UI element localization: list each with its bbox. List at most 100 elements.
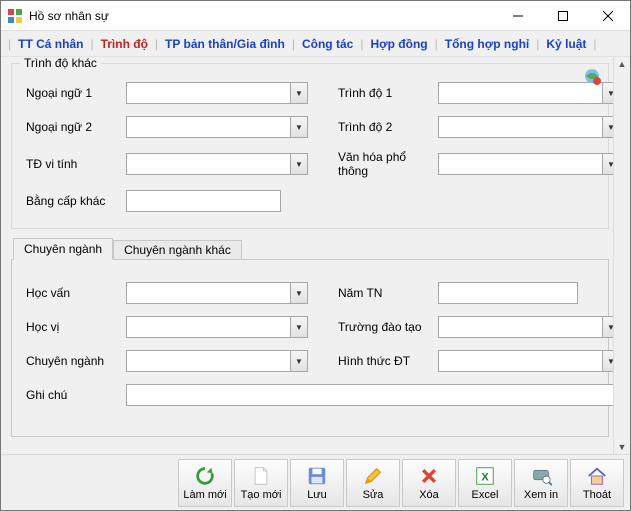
row-general-culture: Văn hóa phổ thông ▼ [338,150,613,178]
tab-leave[interactable]: Tổng hợp nghỉ [439,37,536,51]
chevron-down-icon[interactable]: ▼ [602,350,613,372]
combo-level-2[interactable]: ▼ [438,116,613,138]
preview-icon [530,465,552,487]
input-level-2[interactable] [438,116,602,138]
label-school: Trường đào tạo [338,320,438,334]
refresh-icon [194,465,216,487]
delete-button[interactable]: Xóa [402,459,456,507]
sub-tab-control: Chuyên ngành Chuyên ngành khác Học vấn ▼ [11,237,609,437]
minimize-button[interactable] [495,1,540,30]
label-foreign-lang-2: Ngoại ngữ 2 [26,120,126,134]
row-grad-year: Năm TN [338,282,613,304]
combo-school[interactable]: ▼ [438,316,613,338]
excel-icon: X [474,465,496,487]
chevron-down-icon[interactable]: ▼ [290,350,308,372]
label-grad-year: Năm TN [338,286,438,300]
group-title: Trình độ khác [20,57,101,70]
input-note[interactable] [126,384,613,406]
label-it-level: TĐ vi tính [26,157,126,171]
bottom-toolbar: Làm mới Tạo mới Lưu Sửa Xóa X Excel Xem … [1,454,630,510]
combo-general-culture[interactable]: ▼ [438,153,613,175]
input-foreign-lang-1[interactable] [126,82,290,104]
row-level-2: Trình độ 2 ▼ [338,116,613,138]
input-level-1[interactable] [438,82,602,104]
row-school: Trường đào tạo ▼ [338,316,613,338]
tab-discipline[interactable]: Kỷ luật [540,37,592,51]
sub-tab-panel: Học vấn ▼ Năm TN [11,259,609,437]
vertical-scrollbar[interactable]: ▲ ▼ [613,57,630,454]
chevron-down-icon[interactable]: ▼ [290,116,308,138]
refresh-button[interactable]: Làm mới [178,459,232,507]
combo-foreign-lang-2[interactable]: ▼ [126,116,308,138]
tab-contract[interactable]: Hợp đồng [364,37,433,51]
chevron-down-icon[interactable]: ▼ [602,116,613,138]
label-other-degree: Bằng cấp khác [26,194,126,208]
save-icon [306,465,328,487]
close-button[interactable] [585,1,630,30]
chevron-down-icon[interactable]: ▼ [602,153,613,175]
input-foreign-lang-2[interactable] [126,116,290,138]
combo-training-form[interactable]: ▼ [438,350,613,372]
input-it-level[interactable] [126,153,290,175]
maximize-button[interactable] [540,1,585,30]
scroll-up-icon[interactable]: ▲ [618,57,627,71]
label-education: Học vấn [26,286,126,300]
input-other-degree[interactable] [126,190,281,212]
input-education[interactable] [126,282,290,304]
maximize-icon [558,11,568,21]
save-button[interactable]: Lưu [290,459,344,507]
chevron-down-icon[interactable]: ▼ [290,82,308,104]
delete-icon [418,465,440,487]
row-training-form: Hình thức ĐT ▼ [338,350,613,372]
svg-text:X: X [481,471,489,483]
sub-tab-headers: Chuyên ngành Chuyên ngành khác [11,238,609,260]
titlebar: Hồ sơ nhân sự [1,1,630,31]
combo-major[interactable]: ▼ [126,350,308,372]
tab-work[interactable]: Công tác [296,37,359,51]
sub-tab-major[interactable]: Chuyên ngành [13,238,113,260]
combo-degree[interactable]: ▼ [126,316,308,338]
input-school[interactable] [438,316,602,338]
exit-button[interactable]: Thoát [570,459,624,507]
globe-icon[interactable] [584,68,602,86]
row-foreign-lang-2: Ngoại ngữ 2 ▼ [26,116,308,138]
label-training-form: Hình thức ĐT [338,354,438,368]
input-grad-year[interactable] [438,282,578,304]
close-icon [603,11,613,21]
combo-it-level[interactable]: ▼ [126,153,308,175]
tab-family[interactable]: TP bản thân/Gia đình [159,37,291,51]
group-other-qualification: Trình độ khác Ngoại ngữ 1 ▼ Trình độ 1 [11,63,609,229]
scroll-down-icon[interactable]: ▼ [618,440,627,454]
chevron-down-icon[interactable]: ▼ [602,316,613,338]
edit-icon [362,465,384,487]
edit-button[interactable]: Sửa [346,459,400,507]
window-title: Hồ sơ nhân sự [29,9,495,23]
chevron-down-icon[interactable]: ▼ [290,153,308,175]
input-major[interactable] [126,350,290,372]
tab-personal-info[interactable]: TT Cá nhân [12,37,89,51]
label-level-2: Trình độ 2 [338,120,438,134]
content-area: Trình độ khác Ngoại ngữ 1 ▼ Trình độ 1 [1,57,613,454]
input-general-culture[interactable] [438,153,602,175]
chevron-down-icon[interactable]: ▼ [602,82,613,104]
new-button[interactable]: Tạo mới [234,459,288,507]
combo-education[interactable]: ▼ [126,282,308,304]
input-degree[interactable] [126,316,290,338]
preview-button[interactable]: Xem in [514,459,568,507]
row-level-1: Trình độ 1 ▼ [338,82,613,104]
main-tab-strip: | TT Cá nhân | Trình độ | TP bản thân/Gi… [1,31,630,57]
label-note: Ghi chú [26,388,126,402]
row-note: Ghi chú [26,384,613,406]
row-education: Học vấn ▼ [26,282,308,304]
combo-foreign-lang-1[interactable]: ▼ [126,82,308,104]
label-level-1: Trình độ 1 [338,86,438,100]
chevron-down-icon[interactable]: ▼ [290,316,308,338]
row-it-level: TĐ vi tính ▼ [26,150,308,178]
chevron-down-icon[interactable]: ▼ [290,282,308,304]
label-degree: Học vị [26,320,126,334]
window: Hồ sơ nhân sự | TT Cá nhân | Trình độ | … [0,0,631,511]
body-area: Trình độ khác Ngoại ngữ 1 ▼ Trình độ 1 [1,57,630,454]
input-training-form[interactable] [438,350,602,372]
tab-qualification[interactable]: Trình độ [95,37,154,51]
excel-button[interactable]: X Excel [458,459,512,507]
